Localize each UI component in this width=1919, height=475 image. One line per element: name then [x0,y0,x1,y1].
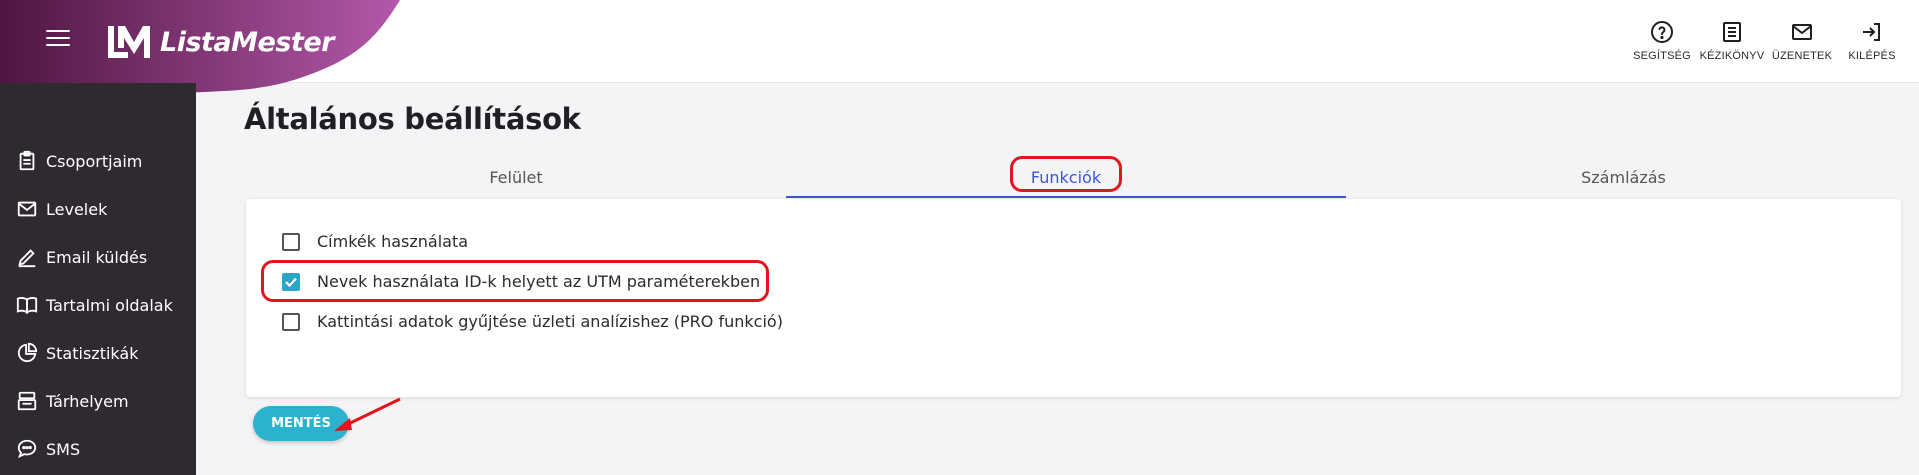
sidebar-item-groups[interactable]: Csoportjaim [16,150,142,172]
settings-card: Címkék használata Nevek használata ID-k … [246,199,1901,397]
chat-bubble-icon [17,439,37,459]
checkbox-checked[interactable] [282,272,300,291]
manual-label: KÉZIKÖNYV [1699,50,1765,62]
page-title: Általános beállítások [244,102,581,136]
clipboard-icon [19,150,35,171]
manual-list-icon [1723,22,1741,42]
pie-chart-icon [17,342,38,363]
sidebar-item-label: Tárhelyem [46,391,129,411]
logout-button[interactable]: KILÉPÉS [1837,20,1907,62]
brand-logo[interactable]: ListaMester [104,22,334,62]
active-tab-indicator [786,196,1346,198]
checkmark-icon [285,277,297,287]
option-label: Nevek használata ID-k helyett az UTM par… [317,272,761,291]
sidebar-item-label: Statisztikák [46,343,139,363]
pencil-icon [18,249,36,268]
sidebar-item-label: Csoportjaim [46,151,143,171]
sidebar-item-send-email[interactable]: Email küldés [16,246,147,268]
messages-label: ÜZENETEK [1771,50,1833,62]
checkbox[interactable] [282,312,300,331]
sidebar-item-letters[interactable]: Levelek [16,198,107,220]
brand-name: ListaMester [160,26,334,58]
sidebar-item-label: SMS [46,439,81,459]
sidebar: Csoportjaim Levelek Email küldés Tartalm… [0,83,196,475]
help-circle-icon [1651,21,1673,43]
option-utm-names[interactable]: Nevek használata ID-k helyett az UTM par… [282,272,760,291]
sidebar-item-label: Tartalmi oldalak [46,295,173,315]
sidebar-item-statistics[interactable]: Statisztikák [16,342,138,364]
manual-button[interactable]: KÉZIKÖNYV [1697,20,1767,62]
messages-button[interactable]: ÜZENETEK [1767,20,1837,62]
top-actions: SEGÍTSÉG KÉZIKÖNYV ÜZENETEK KILÉPÉS [1627,20,1907,62]
option-label: Címkék használata [317,232,469,251]
logo-mark-icon [108,26,150,58]
logout-icon [1863,23,1880,41]
book-icon [16,297,38,315]
tab-label: Funkciók [1030,167,1102,187]
help-button[interactable]: SEGÍTSÉG [1627,20,1697,62]
top-bar: ListaMester SEGÍTSÉG KÉZIKÖNYV ÜZENETEK [0,0,1919,116]
sidebar-item-sms[interactable]: SMS [16,438,80,460]
settings-tabs: Felület Funkciók Számlázás [246,156,1901,198]
help-label: SEGÍTSÉG [1633,50,1691,62]
storage-icon [17,391,37,411]
checkbox[interactable] [282,232,300,251]
option-labels[interactable]: Címkék használata [282,232,468,251]
sidebar-item-label: Levelek [46,199,108,219]
sidebar-item-label: Email küldés [46,247,148,267]
sidebar-item-storage[interactable]: Tárhelyem [16,390,129,412]
menu-toggle-button[interactable] [46,30,70,50]
option-label: Kattintási adatok gyűjtése üzleti analíz… [317,312,783,331]
sidebar-item-content-pages[interactable]: Tartalmi oldalak [16,294,173,316]
logout-label: KILÉPÉS [1848,50,1896,62]
tab-label: Felület [489,167,543,187]
tab-functions[interactable]: Funkciók [786,156,1346,198]
option-click-analytics[interactable]: Kattintási adatok gyűjtése üzleti analíz… [282,312,783,331]
tab-interface[interactable]: Felület [246,156,786,198]
annotation-arrow-icon [334,397,401,431]
tab-label: Számlázás [1581,167,1666,187]
tab-billing[interactable]: Számlázás [1346,156,1901,198]
mail-icon [1792,24,1812,40]
mail-icon [17,201,37,217]
